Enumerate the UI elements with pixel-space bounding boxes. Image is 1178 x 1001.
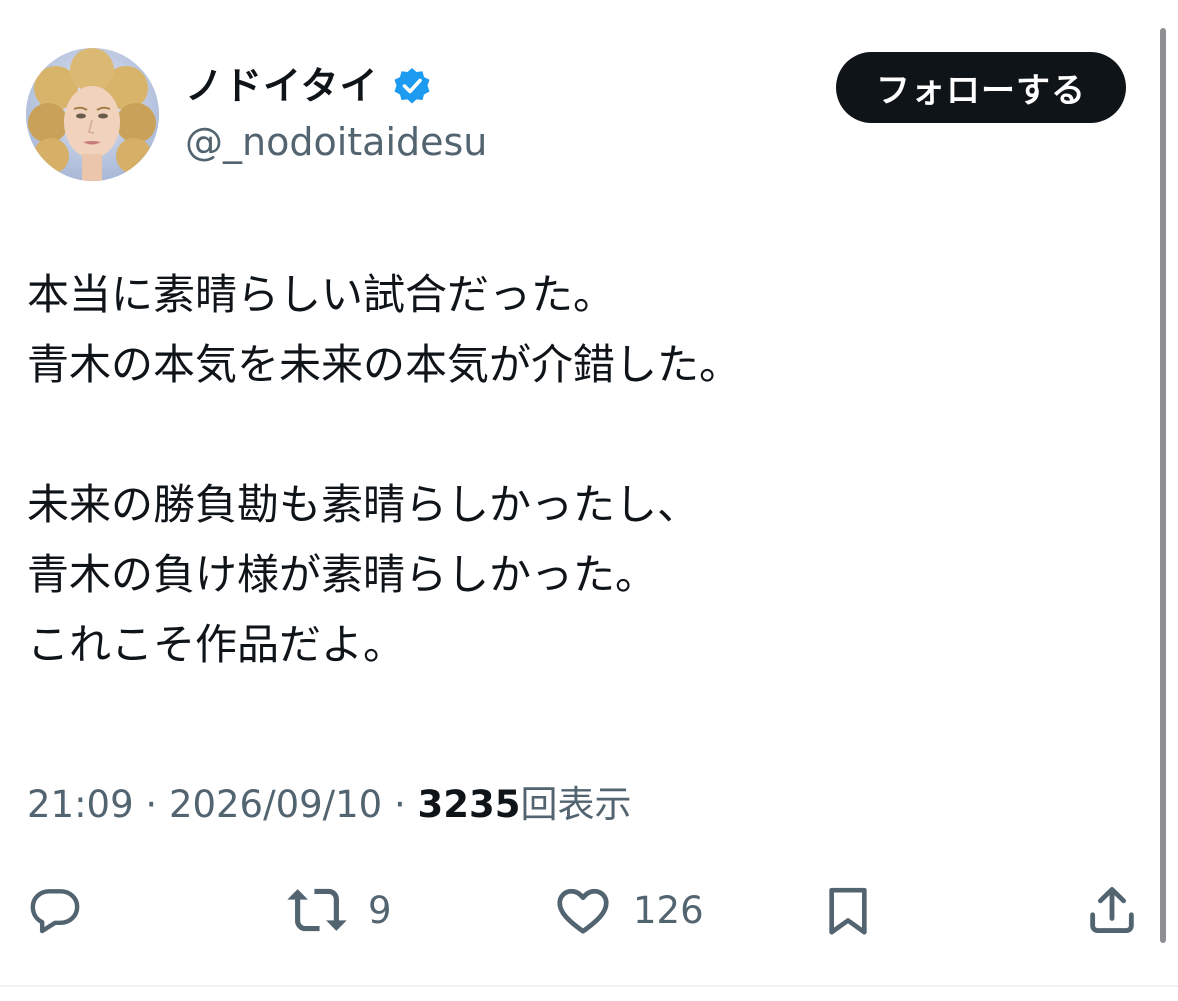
display-name[interactable]: ノドイタイ bbox=[185, 62, 378, 110]
tweet-meta: 21:09 · 2026/09/10 · 3235回表示 bbox=[27, 780, 631, 830]
bookmark-button[interactable] bbox=[820, 875, 876, 945]
action-bar: 9 126 bbox=[0, 875, 1178, 945]
retweet-button[interactable]: 9 bbox=[286, 875, 392, 945]
author-name-row[interactable]: ノドイタイ bbox=[185, 62, 432, 110]
views-label: 回表示 bbox=[520, 783, 632, 826]
tweet-line bbox=[27, 400, 1127, 470]
share-button[interactable] bbox=[1083, 875, 1141, 945]
like-count: 126 bbox=[633, 888, 704, 932]
views-count: 3235 bbox=[417, 783, 521, 826]
tweet-line: これこそ作品だよ。 bbox=[27, 620, 406, 669]
like-button[interactable]: 126 bbox=[553, 875, 704, 945]
tweet-line: 青木の負け様が素晴らしかった。 bbox=[27, 550, 658, 599]
bookmark-icon bbox=[829, 887, 867, 935]
scrollbar[interactable] bbox=[1160, 28, 1166, 943]
follow-button[interactable]: フォローする bbox=[836, 52, 1126, 123]
tweet-text: 本当に素晴らしい試合だった。 青木の本気を未来の本気が介錯した。 未来の勝負勘も… bbox=[27, 260, 1127, 680]
tweet-line: 未来の勝負勘も素晴らしかったし、 bbox=[27, 480, 700, 529]
retweet-icon bbox=[287, 888, 347, 932]
verified-badge-icon bbox=[392, 66, 432, 106]
meta-separator: · bbox=[393, 783, 406, 826]
retweet-count: 9 bbox=[368, 888, 392, 932]
reply-button[interactable] bbox=[27, 875, 83, 945]
author-handle[interactable]: @_nodoitaidesu bbox=[185, 118, 487, 166]
tweet-line: 青木の本気を未来の本気が介錯した。 bbox=[27, 340, 742, 389]
tweet-time[interactable]: 21:09 bbox=[27, 783, 134, 826]
meta-separator: · bbox=[145, 783, 158, 826]
tweet-date[interactable]: 2026/09/10 bbox=[169, 783, 382, 826]
heart-icon bbox=[557, 888, 609, 934]
divider bbox=[0, 985, 1178, 987]
tweet-line: 本当に素晴らしい試合だった。 bbox=[27, 270, 616, 319]
reply-icon bbox=[30, 889, 80, 934]
share-icon bbox=[1090, 887, 1134, 933]
avatar[interactable] bbox=[26, 48, 159, 181]
avatar-image bbox=[26, 48, 159, 181]
